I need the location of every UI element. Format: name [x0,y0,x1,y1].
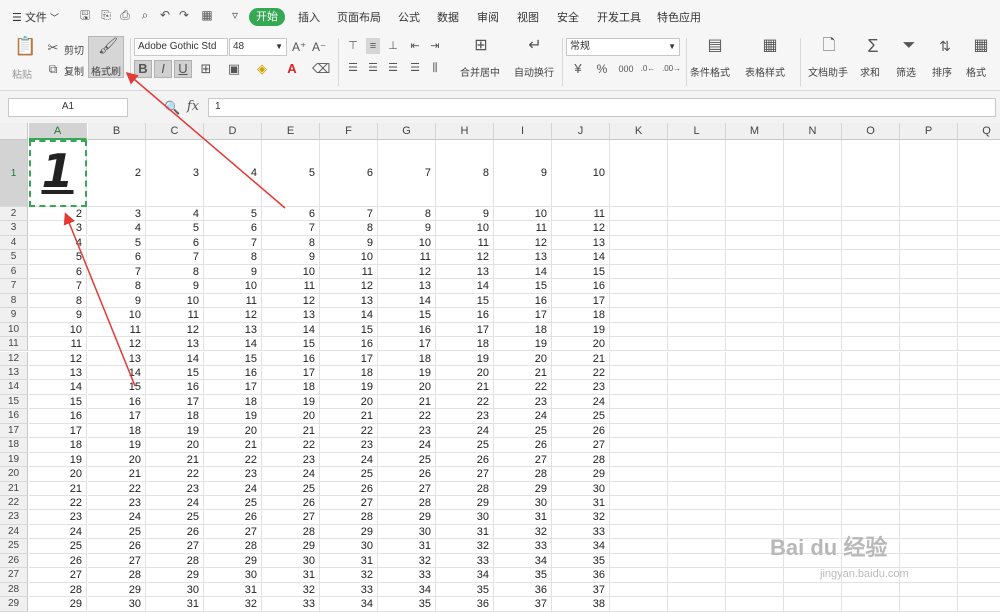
watermark-text: Bai du 经验 [770,535,888,560]
watermark-url: jingyan.baidu.com [820,568,909,580]
arrow-to-format-painter [125,72,286,209]
annotation-arrows [63,72,286,387]
arrow-to-cell-a1 [63,212,136,387]
